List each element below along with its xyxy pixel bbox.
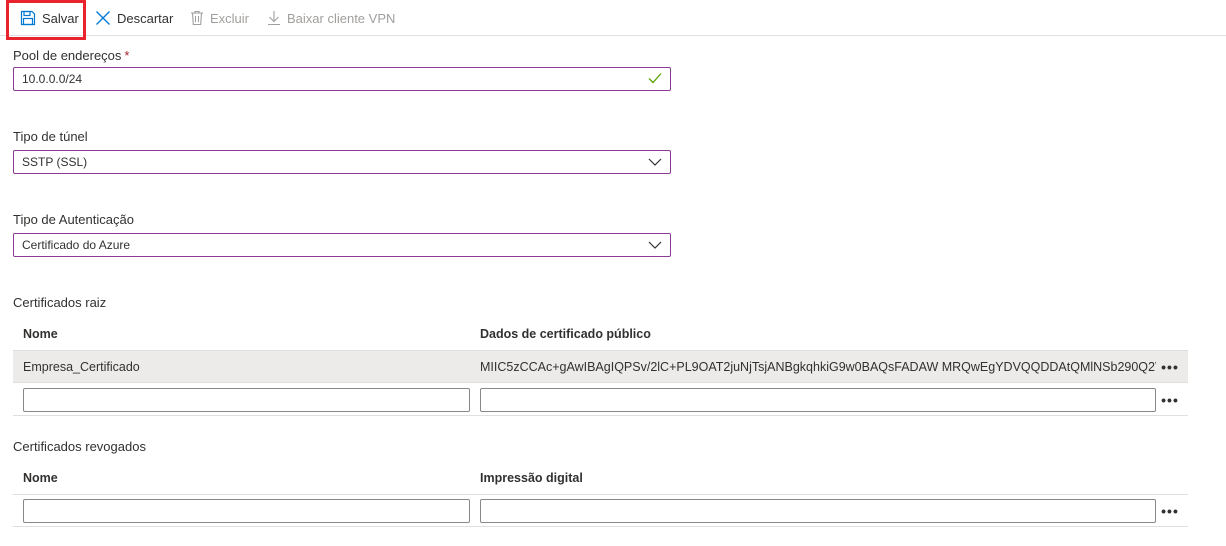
discard-button[interactable]: Descartar <box>95 0 173 36</box>
required-mark: * <box>124 48 130 63</box>
close-icon <box>95 10 111 26</box>
address-pool-value: 10.0.0.0/24 <box>22 72 83 86</box>
trash-icon <box>190 10 204 26</box>
address-pool-input[interactable]: 10.0.0.0/24 <box>13 67 671 91</box>
chevron-down-icon <box>648 155 662 169</box>
root-cert-data-input[interactable] <box>480 388 1156 412</box>
more-options-icon[interactable]: ••• <box>1158 384 1182 416</box>
more-options-icon[interactable]: ••• <box>1158 351 1182 383</box>
tunnel-type-label: Tipo de túnel <box>13 129 88 144</box>
discard-label: Descartar <box>117 10 174 26</box>
root-cert-data: MIIC5zCCAc+gAwIBAgIQPSv/2lC+PL9OAT2juNjT… <box>480 360 1156 374</box>
revoked-certs-col-name: Nome <box>23 471 58 485</box>
table-row-new: ••• <box>13 495 1188 527</box>
root-cert-name-input[interactable] <box>23 388 470 412</box>
auth-type-dropdown[interactable]: Certificado do Azure <box>13 233 671 257</box>
address-pool-label-text: Pool de endereços <box>13 48 122 63</box>
more-options-icon[interactable]: ••• <box>1158 495 1182 527</box>
save-label: Salvar <box>42 10 79 26</box>
auth-type-label: Tipo de Autenticação <box>13 212 134 227</box>
revoked-cert-name-input[interactable] <box>23 499 470 523</box>
table-row-new: ••• <box>13 384 1188 416</box>
root-certs-col-name: Nome <box>23 327 58 341</box>
tunnel-type-value: SSTP (SSL) <box>22 155 88 169</box>
revoked-certs-col-thumbprint: Impressão digital <box>480 471 583 485</box>
chevron-down-icon <box>648 238 662 252</box>
auth-type-value: Certificado do Azure <box>22 238 131 252</box>
table-row[interactable]: Empresa_Certificado MIIC5zCCAc+gAwIBAgIQ… <box>13 351 1188 383</box>
command-bar: Salvar Descartar Excluir Baixar cliente … <box>0 0 1226 36</box>
tunnel-type-dropdown[interactable]: SSTP (SSL) <box>13 150 671 174</box>
revoked-cert-thumbprint-input[interactable] <box>480 499 1156 523</box>
delete-button[interactable]: Excluir <box>190 0 249 36</box>
checkmark-icon <box>648 72 662 87</box>
download-label: Baixar cliente VPN <box>287 10 396 26</box>
root-certs-title: Certificados raiz <box>13 295 107 310</box>
address-pool-label: Pool de endereços * <box>13 48 129 63</box>
download-vpn-client-button[interactable]: Baixar cliente VPN <box>267 0 395 36</box>
root-certs-col-data: Dados de certificado público <box>480 327 651 341</box>
revoked-certs-title: Certificados revogados <box>13 439 146 454</box>
save-button[interactable]: Salvar <box>20 0 79 36</box>
save-icon <box>20 10 36 26</box>
download-icon <box>267 10 281 26</box>
delete-label: Excluir <box>210 10 250 26</box>
root-cert-name: Empresa_Certificado <box>23 360 140 374</box>
